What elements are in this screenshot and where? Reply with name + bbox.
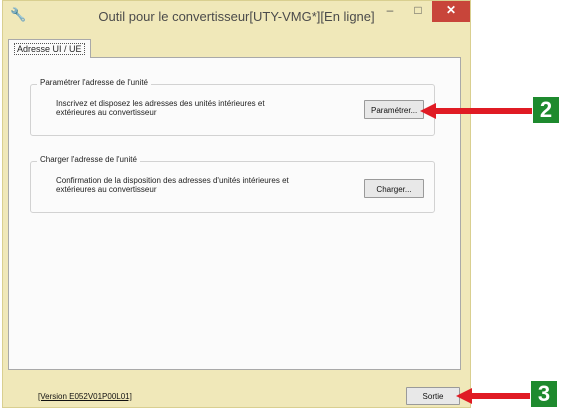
group-load-address-description: Confirmation de la disposition des adres… <box>56 176 289 194</box>
group-load-address-label: Charger l'adresse de l'unité <box>37 155 140 164</box>
version-label: [Version E052V01P00L01] <box>38 392 132 401</box>
group-set-address-description: Inscrivez et disposez les adresses des u… <box>56 99 265 117</box>
parametrer-button[interactable]: Paramétrer... <box>364 100 424 119</box>
maximize-button[interactable]: □ <box>404 1 432 22</box>
callout-3: 3 <box>531 381 557 407</box>
arrow-to-parametrer <box>420 103 532 119</box>
charger-button[interactable]: Charger... <box>364 179 424 198</box>
callout-2: 2 <box>533 97 559 123</box>
minimize-button[interactable]: – <box>376 1 404 22</box>
arrow-to-sortie <box>456 388 530 404</box>
group-set-address-label: Paramétrer l'adresse de l'unité <box>37 78 151 87</box>
sortie-button[interactable]: Sortie <box>406 387 460 405</box>
title-bar[interactable]: 🔧 Outil pour le convertisseur[UTY-VMG*][… <box>3 1 470 31</box>
tab-adresse-ui-ue[interactable]: Adresse UI / UE <box>8 39 91 58</box>
close-button[interactable]: ✕ <box>432 1 470 22</box>
tab-label: Adresse UI / UE <box>14 43 85 55</box>
